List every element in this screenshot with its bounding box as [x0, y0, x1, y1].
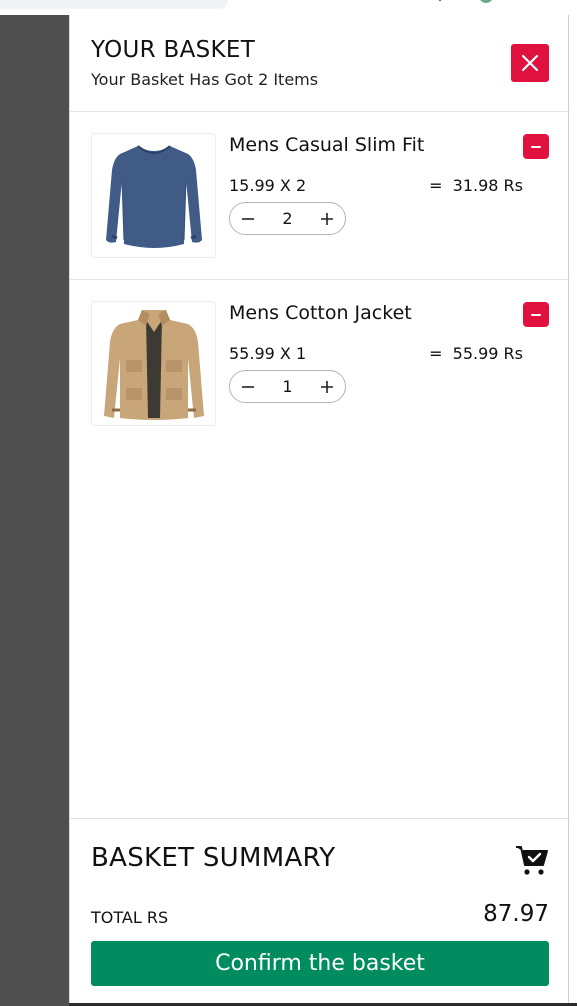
product-image[interactable]	[91, 133, 216, 258]
browser-tab-edge	[0, 0, 228, 9]
profile-avatar-icon[interactable]	[476, 0, 496, 4]
page-edge	[569, 15, 577, 1006]
basket-item: Mens Casual Slim Fit 15.99 X 2 = 31.98 R…	[70, 112, 569, 280]
quantity-stepper: 2	[229, 202, 346, 235]
remove-item-button[interactable]	[523, 302, 549, 327]
product-name[interactable]: Mens Casual Slim Fit	[229, 134, 424, 156]
product-name[interactable]: Mens Cotton Jacket	[229, 302, 412, 324]
unit-price-times-qty: 55.99 X 1	[229, 344, 307, 363]
blue-shirt-image	[105, 144, 202, 248]
close-button[interactable]	[511, 44, 549, 82]
increase-qty-button[interactable]	[312, 203, 342, 234]
basket-summary: BASKET SUMMARY TOTAL RS 87.97 Confirm th…	[70, 818, 569, 1006]
basket-title: YOUR BASKET	[91, 37, 256, 63]
product-image[interactable]	[91, 301, 216, 426]
decrease-qty-button[interactable]	[233, 203, 263, 234]
minus-icon	[531, 313, 541, 316]
quantity-stepper: 1	[229, 370, 346, 403]
line-total: = 31.98 Rs	[429, 176, 523, 195]
minus-icon	[531, 145, 541, 148]
minus-icon	[242, 385, 254, 388]
cart-check-icon	[516, 846, 548, 875]
line-total: = 55.99 Rs	[429, 344, 523, 363]
close-icon	[521, 54, 539, 72]
basket-header: YOUR BASKET Your Basket Has Got 2 Items	[70, 15, 569, 112]
unit-price-times-qty: 15.99 X 2	[229, 176, 307, 195]
browser-top-strip	[0, 0, 577, 15]
total-label: TOTAL RS	[91, 908, 169, 927]
plus-icon	[321, 212, 333, 225]
basket-item: Mens Cotton Jacket 55.99 X 1 = 55.99 Rs …	[70, 280, 569, 448]
plus-icon	[321, 380, 333, 393]
basket-drawer: YOUR BASKET Your Basket Has Got 2 Items …	[69, 15, 569, 1006]
increase-qty-button[interactable]	[312, 371, 342, 402]
remove-item-button[interactable]	[523, 134, 549, 159]
basket-item-count: Your Basket Has Got 2 Items	[91, 70, 319, 89]
total-value: 87.97	[483, 901, 549, 927]
minus-icon	[242, 217, 254, 220]
confirm-basket-button[interactable]: Confirm the basket	[91, 941, 549, 986]
khaki-jacket-image	[103, 309, 204, 420]
backdrop-overlay[interactable]	[0, 15, 69, 1006]
summary-title: BASKET SUMMARY	[91, 843, 336, 873]
extension-icon[interactable]	[432, 0, 452, 4]
decrease-qty-button[interactable]	[233, 371, 263, 402]
